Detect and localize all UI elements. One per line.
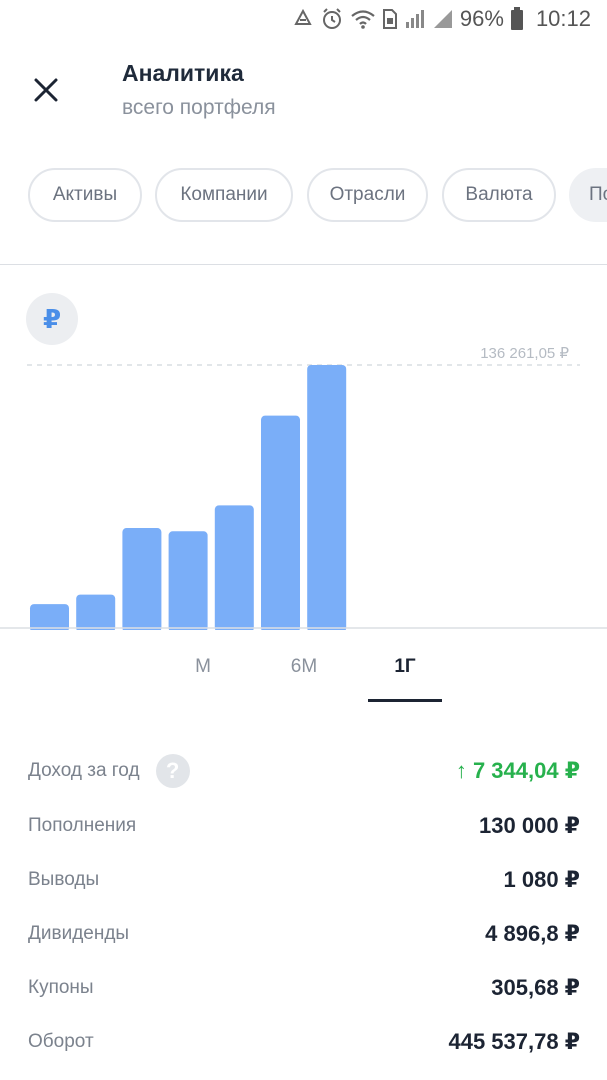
stat-row-income: Доход за год ? ↑ 7 344,04 ₽ [28, 751, 580, 791]
battery-icon [510, 7, 524, 31]
status-icons: 96% 10:12 [292, 6, 591, 32]
stat-value: 445 537,78 ₽ [448, 1029, 580, 1054]
chip-companies[interactable]: Компании [155, 168, 293, 222]
stat-label: Доход за год [28, 760, 140, 781]
page-subtitle: всего портфеля [122, 96, 276, 119]
bar-chart [0, 364, 607, 630]
tab-month[interactable]: М [166, 652, 240, 702]
chip-assets[interactable]: Активы [28, 168, 142, 222]
divider [0, 264, 607, 265]
stat-label: Оборот [28, 1031, 94, 1052]
stat-label: Дивиденды [28, 923, 130, 944]
page-title: Аналитика [122, 60, 244, 86]
chart-bar[interactable] [307, 365, 347, 630]
close-icon [34, 78, 58, 102]
tab-six-months[interactable]: 6М [267, 652, 341, 702]
stat-row-turnover: Оборот 445 537,78 ₽ [28, 1022, 580, 1062]
chip-currency[interactable]: Валюта [442, 168, 556, 222]
stat-value: 130 000 ₽ [479, 813, 580, 838]
close-button[interactable] [22, 66, 70, 114]
stat-value: 1 080 ₽ [503, 867, 580, 892]
alarm-icon [320, 7, 344, 31]
chart-bar[interactable] [168, 531, 208, 630]
status-bar: 96% 10:12 [0, 0, 607, 40]
chart-bar[interactable] [76, 594, 116, 630]
chip-sectors[interactable]: Отрасли [307, 168, 428, 222]
stat-row-coupons: Купоны 305,68 ₽ [28, 968, 580, 1008]
wifi-icon [350, 8, 376, 30]
currency-toggle-button[interactable]: ₽ [26, 293, 78, 345]
stat-label: Выводы [28, 869, 100, 890]
signal-icon [432, 8, 454, 30]
recycle-icon [292, 8, 314, 30]
chart-bar[interactable] [261, 415, 300, 630]
stat-value: 4 896,8 ₽ [485, 921, 580, 946]
category-chips: Активы Компании Отрасли Валюта По [28, 168, 607, 222]
stat-value: 305,68 ₽ [491, 975, 580, 1000]
stat-label: Пополнения [28, 815, 137, 836]
stat-value-income: ↑ 7 344,04 ₽ [455, 758, 580, 783]
battery-percent: 96% [459, 6, 504, 31]
chart-bar[interactable] [30, 604, 69, 630]
sim-icon [382, 8, 398, 30]
clock: 10:12 [535, 6, 591, 31]
stat-label: Купоны [28, 977, 94, 998]
chart-bar[interactable] [122, 528, 162, 630]
chip-more[interactable]: По [569, 168, 607, 222]
tab-year[interactable]: 1Г [368, 652, 442, 702]
stat-row-deposits: Пополнения 130 000 ₽ [28, 806, 580, 846]
chart-bar[interactable] [214, 505, 254, 630]
stat-row-withdrawals: Выводы 1 080 ₽ [28, 860, 580, 900]
help-icon[interactable]: ? [155, 754, 190, 788]
stat-row-dividends: Дивиденды 4 896,8 ₽ [28, 914, 580, 954]
signal-icon [404, 8, 426, 30]
